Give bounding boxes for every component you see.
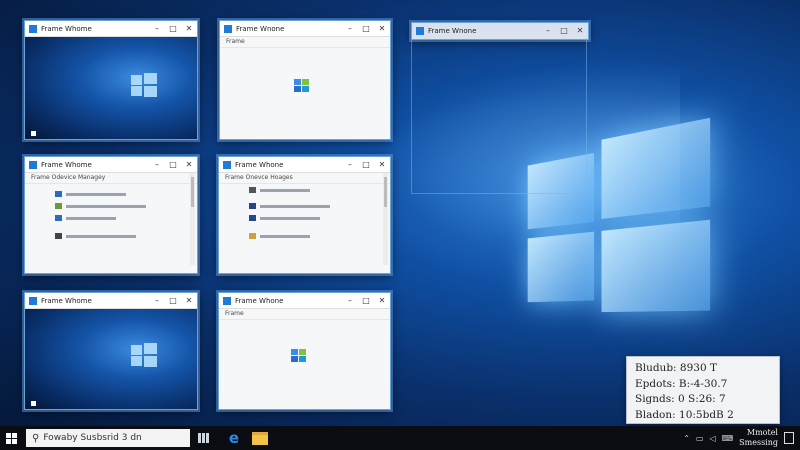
info-line: Signds: 0 S:26: 7 <box>635 392 771 408</box>
minimize-button[interactable]: – <box>342 157 358 172</box>
maximize-button[interactable]: □ <box>165 21 181 36</box>
edge-icon[interactable]: e <box>226 430 242 446</box>
app-icon <box>29 161 37 169</box>
list-item[interactable] <box>55 203 185 209</box>
task-view-icon[interactable] <box>198 431 212 445</box>
list-item[interactable] <box>249 233 378 239</box>
search-box[interactable]: ⚲ Fowaby Susbsrid 3 dn <box>26 429 190 447</box>
window-titlebar[interactable]: Frame Whone – □ ✕ <box>219 157 390 173</box>
minimize-button[interactable]: – <box>149 157 165 172</box>
system-tray: ⌃ ▭ ◁ ⌨ Mmotel Smessing <box>683 426 794 450</box>
network-icon[interactable]: ▭ <box>696 434 704 443</box>
window-title: Frame Whome <box>41 161 149 169</box>
start-icon <box>31 131 36 136</box>
windows-logo-icon <box>131 343 157 367</box>
list-item[interactable] <box>55 191 185 197</box>
minimize-button[interactable]: – <box>149 293 165 308</box>
app-icon <box>224 25 232 33</box>
minimize-button[interactable]: – <box>342 293 358 308</box>
close-button[interactable]: ✕ <box>374 293 390 308</box>
start-icon <box>31 401 36 406</box>
window-title: Frame Whome <box>41 297 149 305</box>
clock-line-2: Smessing <box>739 438 778 448</box>
app-icon <box>416 27 424 35</box>
minimize-button[interactable]: – <box>342 21 358 36</box>
maximize-button[interactable]: □ <box>556 23 572 38</box>
close-button[interactable]: ✕ <box>374 21 390 36</box>
window-menu[interactable]: Frame Odevice Managey <box>25 173 197 184</box>
list-item[interactable] <box>55 215 185 221</box>
search-text: Fowaby Susbsrid 3 dn <box>43 433 141 443</box>
maximize-button[interactable]: □ <box>165 293 181 308</box>
window-title: Frame Whome <box>41 25 149 33</box>
keyboard-icon[interactable]: ⌨ <box>722 434 734 443</box>
window-title: Frame Wnone <box>236 25 342 33</box>
minimize-button[interactable]: – <box>540 23 556 38</box>
store-logo-icon <box>294 79 310 93</box>
window-titlebar[interactable]: Frame Wnone – □ ✕ <box>412 23 588 38</box>
window-desktop-preview <box>25 37 197 139</box>
maximize-button[interactable]: □ <box>165 157 181 172</box>
maximize-button[interactable]: □ <box>358 21 374 36</box>
app-icon <box>29 25 37 33</box>
maximize-button[interactable]: □ <box>358 157 374 172</box>
windows-logo-icon <box>131 73 157 97</box>
search-icon: ⚲ <box>32 433 39 444</box>
list-item[interactable] <box>249 215 378 221</box>
start-icon <box>6 433 17 444</box>
window-titlebar[interactable]: Frame Whone – □ ✕ <box>219 293 390 309</box>
file-explorer-icon[interactable] <box>252 432 268 445</box>
list-item[interactable] <box>55 233 185 239</box>
window-menu[interactable]: Frame <box>219 309 390 320</box>
window-desktop-preview <box>25 309 197 409</box>
window-title: Frame Wnone <box>428 27 540 35</box>
chevron-up-icon[interactable]: ⌃ <box>683 434 690 443</box>
clock-line-1: Mmotel <box>739 428 778 438</box>
close-button[interactable]: ✕ <box>572 23 588 38</box>
close-button[interactable]: ✕ <box>181 21 197 36</box>
scrollbar[interactable] <box>190 173 195 265</box>
app-icon <box>29 297 37 305</box>
task-window-1[interactable]: Frame Whome – □ ✕ <box>24 20 198 140</box>
task-window-2[interactable]: Frame Wnone – □ ✕ Frame <box>219 20 391 140</box>
notification-icon[interactable] <box>784 432 794 444</box>
task-window-6[interactable]: Frame Whome – □ ✕ <box>24 292 198 410</box>
scrollbar[interactable] <box>383 173 388 265</box>
close-button[interactable]: ✕ <box>374 157 390 172</box>
clock[interactable]: Mmotel Smessing <box>739 428 778 448</box>
window-titlebar[interactable]: Frame Whome – □ ✕ <box>25 293 197 309</box>
window-menu[interactable]: Frame Onevce Hoages <box>219 173 390 184</box>
volume-icon[interactable]: ◁ <box>709 434 715 443</box>
info-panel: Bludub: 8930 T Epdots: B:-4-30.7 Signds:… <box>626 356 780 424</box>
window-title: Frame Whone <box>235 297 342 305</box>
app-icon <box>223 161 231 169</box>
task-window-4[interactable]: Frame Whome – □ ✕ Frame Odevice Managey <box>24 156 198 274</box>
taskbar: ⚲ Fowaby Susbsrid 3 dn e ⌃ ▭ ◁ ⌨ Mmotel … <box>0 426 800 450</box>
close-button[interactable]: ✕ <box>181 293 197 308</box>
minimize-button[interactable]: – <box>149 21 165 36</box>
app-icon <box>223 297 231 305</box>
window-menu[interactable]: Frame <box>220 37 390 48</box>
info-line: Epdots: B:-4-30.7 <box>635 377 771 393</box>
list-item[interactable] <box>249 203 378 209</box>
list-item[interactable] <box>249 187 378 193</box>
store-logo-icon <box>291 349 307 363</box>
window-title: Frame Whone <box>235 161 342 169</box>
info-line: Bladon: 10:5bdB 2 <box>635 408 771 424</box>
close-button[interactable]: ✕ <box>181 157 197 172</box>
task-window-5[interactable]: Frame Whone – □ ✕ Frame Onevce Hoages <box>218 156 391 274</box>
task-window-3-frame <box>411 38 587 194</box>
window-titlebar[interactable]: Frame Whome – □ ✕ <box>25 21 197 37</box>
window-titlebar[interactable]: Frame Whome – □ ✕ <box>25 157 197 173</box>
maximize-button[interactable]: □ <box>358 293 374 308</box>
task-window-7[interactable]: Frame Whone – □ ✕ Frame <box>218 292 391 410</box>
start-button[interactable] <box>0 426 22 450</box>
window-titlebar[interactable]: Frame Wnone – □ ✕ <box>220 21 390 37</box>
info-line: Bludub: 8930 T <box>635 361 771 377</box>
